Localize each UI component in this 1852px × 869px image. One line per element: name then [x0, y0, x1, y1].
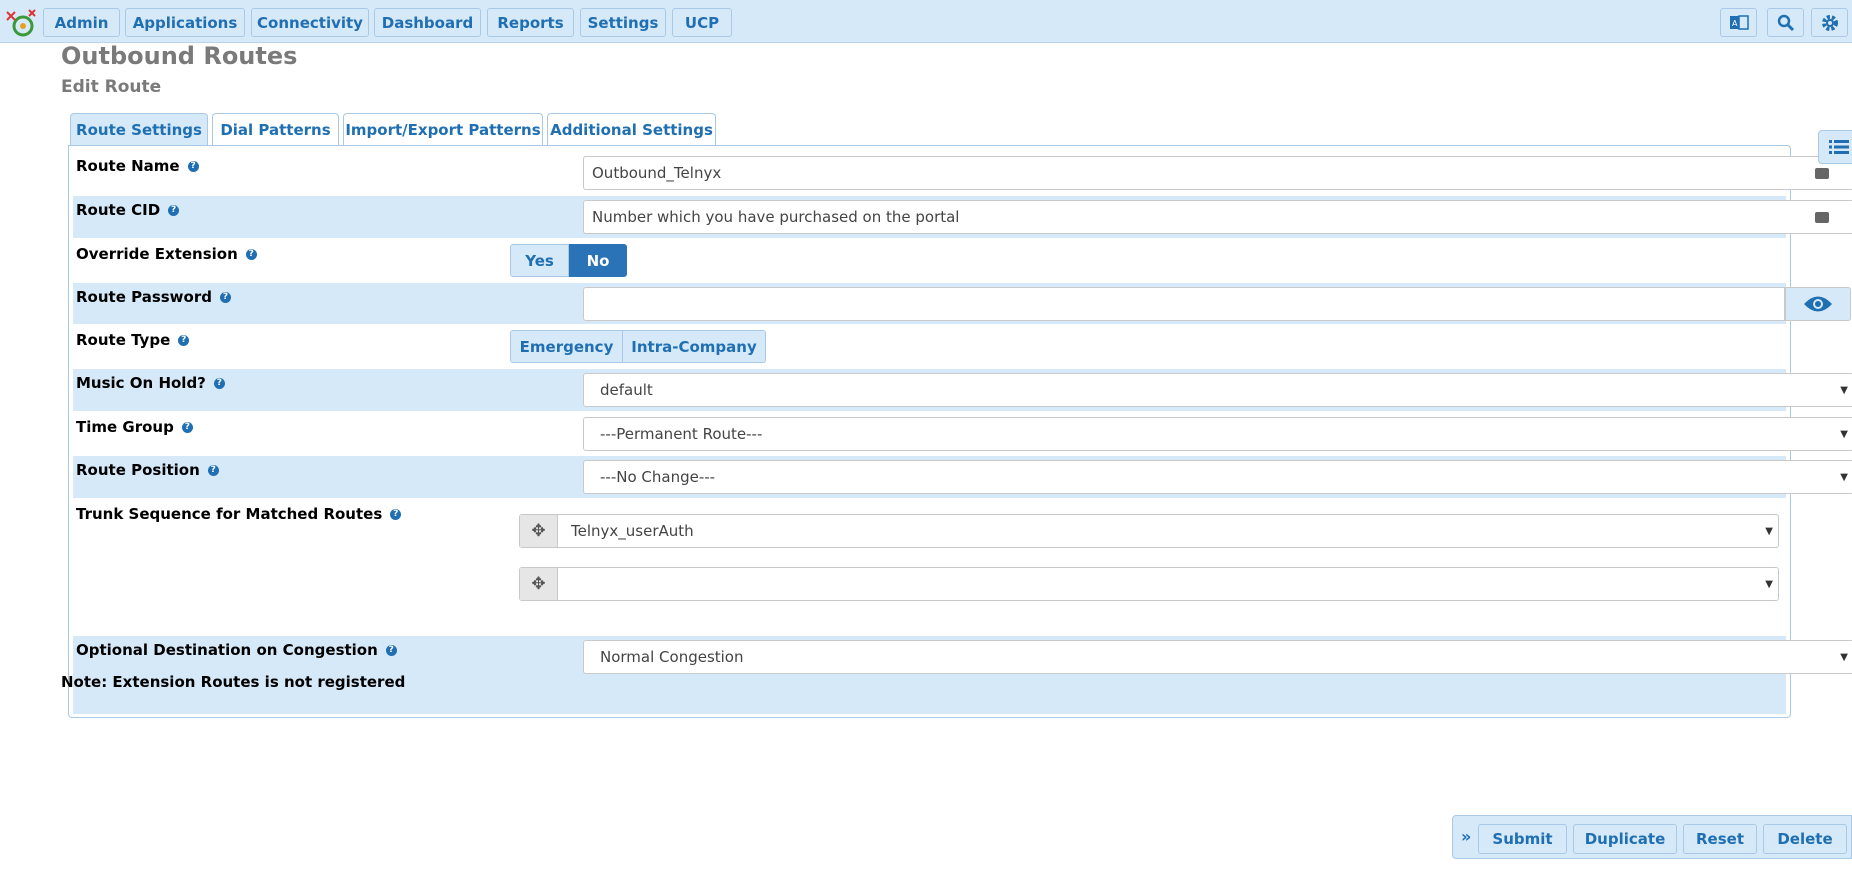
route-position-label: Route Position	[76, 461, 200, 479]
music-on-hold-row: Music On Hold? ? default ▼	[73, 369, 1852, 411]
help-icon[interactable]: ?	[213, 377, 225, 389]
page-subtitle: Edit Route	[61, 77, 162, 97]
help-icon[interactable]: ?	[245, 248, 257, 260]
route-type-label: Route Type	[76, 331, 171, 349]
nav-admin[interactable]: Admin	[43, 8, 120, 37]
nav-applications[interactable]: Applications	[125, 8, 245, 37]
help-icon[interactable]: ?	[390, 508, 402, 520]
action-bar: » Submit Duplicate Reset Delete	[1452, 815, 1852, 859]
override-extension-yes[interactable]: Yes	[510, 244, 569, 277]
extension-routes-note: Note: Extension Routes is not registered	[61, 673, 406, 691]
help-icon[interactable]: ?	[207, 464, 219, 476]
freepbx-logo-icon[interactable]	[3, 6, 39, 38]
route-password-row: Route Password ?	[73, 283, 1851, 324]
trunk-select-2[interactable]: ✥ ▼	[519, 567, 1779, 601]
help-icon[interactable]: ?	[168, 204, 180, 216]
nav-settings[interactable]: Settings	[580, 8, 666, 37]
route-type-intra-company[interactable]: Intra-Company	[623, 330, 766, 363]
submit-button[interactable]: Submit	[1478, 824, 1567, 854]
route-type-emergency[interactable]: Emergency	[510, 330, 623, 363]
drag-handle-icon[interactable]: ✥	[520, 568, 558, 600]
time-group-label: Time Group	[76, 418, 174, 436]
nav-reports[interactable]: Reports	[487, 8, 574, 37]
gear-icon[interactable]	[1811, 8, 1848, 37]
time-group-select[interactable]: ---Permanent Route--- ▼	[583, 417, 1852, 451]
chevron-down-icon: ▼	[1840, 385, 1848, 396]
help-icon[interactable]: ?	[219, 291, 231, 303]
eye-icon	[1804, 296, 1832, 312]
route-name-input[interactable]: Outbound_Telnyx	[583, 156, 1852, 190]
route-cid-input[interactable]: Number which you have purchased on the p…	[583, 200, 1852, 234]
route-password-input[interactable]	[583, 287, 1785, 321]
top-navbar: Admin Applications Connectivity Dashboar…	[0, 0, 1852, 43]
tab-additional-settings[interactable]: Additional Settings	[547, 113, 716, 146]
override-extension-row: Override Extension ? Yes No	[73, 240, 1786, 282]
list-icon	[1829, 140, 1849, 154]
double-chevron-right-icon[interactable]: »	[1461, 827, 1471, 846]
route-password-label: Route Password	[76, 288, 212, 306]
music-on-hold-label: Music On Hold?	[76, 374, 206, 392]
help-icon[interactable]: ?	[178, 334, 190, 346]
chevron-down-icon: ▼	[1765, 579, 1773, 590]
drag-handle-icon[interactable]: ✥	[520, 515, 558, 547]
nav-dashboard[interactable]: Dashboard	[374, 8, 481, 37]
route-name-label: Route Name	[76, 157, 180, 175]
help-icon[interactable]: ?	[187, 160, 199, 172]
route-position-row: Route Position ? ---No Change--- ▼	[73, 456, 1852, 498]
search-icon[interactable]	[1767, 8, 1804, 37]
tab-import-export-patterns[interactable]: Import/Export Patterns	[343, 113, 543, 146]
language-icon[interactable]: A	[1720, 8, 1757, 37]
override-extension-no[interactable]: No	[569, 244, 627, 277]
tab-route-settings[interactable]: Route Settings	[70, 113, 208, 146]
reset-button[interactable]: Reset	[1683, 824, 1757, 854]
trunk-sequence-row: Trunk Sequence for Matched Routes ? ✥ Te…	[73, 500, 1786, 634]
sidebar-toggle[interactable]	[1818, 130, 1852, 164]
svg-text:A: A	[1732, 19, 1738, 28]
page-title: Outbound Routes	[61, 42, 298, 70]
help-icon[interactable]: ?	[385, 644, 397, 656]
music-on-hold-select[interactable]: default ▼	[583, 373, 1852, 407]
route-cid-row: Route CID ? Number which you have purcha…	[73, 196, 1852, 238]
nav-connectivity[interactable]: Connectivity	[251, 8, 369, 37]
congestion-label: Optional Destination on Congestion	[76, 641, 378, 659]
more-icon[interactable]	[1815, 207, 1829, 223]
chevron-down-icon: ▼	[1840, 472, 1848, 483]
route-type-row: Route Type ? Emergency Intra-Company	[73, 326, 1786, 368]
chevron-down-icon: ▼	[1840, 429, 1848, 440]
duplicate-button[interactable]: Duplicate	[1573, 824, 1677, 854]
show-password-button[interactable]	[1785, 287, 1851, 321]
route-name-row: Route Name ? Outbound_Telnyx	[73, 152, 1852, 194]
trunk-select-1[interactable]: ✥ Telnyx_userAuth ▼	[519, 514, 1779, 548]
trunk-sequence-label: Trunk Sequence for Matched Routes	[76, 505, 383, 523]
tab-dial-patterns[interactable]: Dial Patterns	[212, 113, 339, 146]
more-icon[interactable]	[1815, 163, 1829, 179]
nav-ucp[interactable]: UCP	[672, 8, 732, 37]
route-cid-label: Route CID	[76, 201, 161, 219]
chevron-down-icon: ▼	[1765, 526, 1773, 537]
route-position-select[interactable]: ---No Change--- ▼	[583, 460, 1852, 494]
time-group-row: Time Group ? ---Permanent Route--- ▼	[73, 413, 1852, 455]
congestion-select[interactable]: Normal Congestion ▼	[583, 640, 1852, 674]
delete-button[interactable]: Delete	[1763, 824, 1847, 854]
override-extension-label: Override Extension	[76, 245, 238, 263]
help-icon[interactable]: ?	[181, 421, 193, 433]
chevron-down-icon: ▼	[1840, 652, 1848, 663]
